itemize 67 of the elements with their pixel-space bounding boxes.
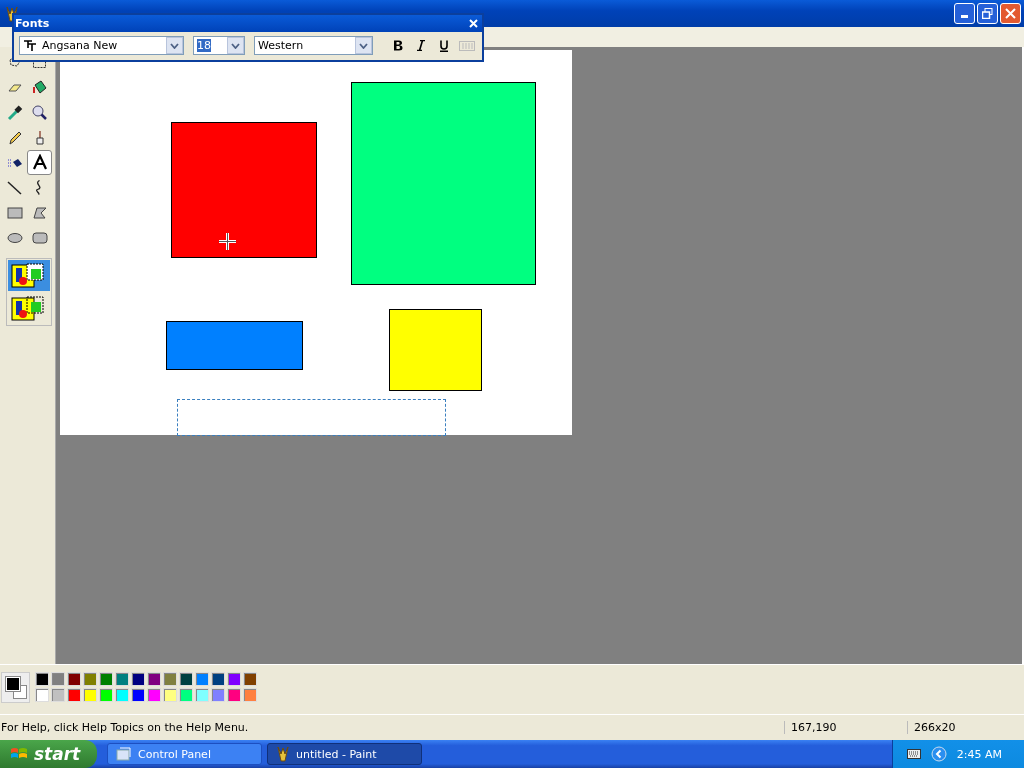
color-swatch[interactable] [147,672,161,686]
taskbar-button[interactable]: untitled - Paint [267,743,422,765]
italic-icon [415,40,426,51]
crosshair-cursor-icon [219,233,236,250]
script-dropdown[interactable]: Western [254,36,373,55]
color-swatch[interactable] [51,688,65,702]
cursor-position: 167,190 [784,721,907,734]
font-size-dropdown[interactable]: 18 [193,36,245,55]
minimize-icon [961,15,968,18]
bold-icon [392,40,403,51]
underline-icon [438,39,449,52]
drawing-canvas[interactable] [60,50,572,435]
color-swatch[interactable] [67,688,81,702]
text-selection-box[interactable] [177,399,446,436]
color-swatch[interactable] [243,688,257,702]
clock: 2:45 AM [956,747,1002,761]
color-swatch[interactable] [67,672,81,686]
color-swatch[interactable] [163,688,177,702]
color-swatch[interactable] [115,688,129,702]
letter-a-icon [30,153,49,172]
taskbar-button[interactable]: Control Panel [107,743,262,765]
line-icon [5,178,24,197]
restore-icon [982,8,993,19]
color-swatch[interactable] [195,688,209,702]
color-swatch[interactable] [131,672,145,686]
tool-button[interactable] [27,150,52,175]
restore-button[interactable] [977,3,998,24]
color-swatch[interactable] [35,672,49,686]
color-swatch[interactable] [51,672,65,686]
minimize-button[interactable] [954,3,975,24]
window-icon [116,746,132,762]
color-swatch[interactable] [115,672,129,686]
color-swatch[interactable] [243,672,257,686]
color-swatch[interactable] [195,672,209,686]
start-button[interactable]: start [0,740,97,768]
font-name-dropdown[interactable]: Angsana New [19,36,184,55]
selection-size: 266x20 [907,721,1024,734]
color-swatch[interactable] [147,688,161,702]
color-swatch[interactable] [227,672,241,686]
help-text: For Help, click Help Topics on the Help Menu. [0,721,250,734]
color-swatch[interactable] [83,672,97,686]
shapes-icon [11,294,47,323]
close-icon [468,19,478,28]
foreground-color-swatch[interactable] [6,677,20,691]
color-swatch[interactable] [179,688,193,702]
color-swatch[interactable] [35,688,49,702]
color-swatch[interactable] [131,688,145,702]
color-swatch[interactable] [211,688,225,702]
color-swatch[interactable] [179,672,193,686]
toolbar-title: Fonts [15,17,50,30]
shapes-icon [11,261,47,290]
color-swatch[interactable] [227,688,241,702]
close-icon [1005,8,1016,19]
truetype-icon [23,39,37,52]
eyedropper-icon [5,103,24,122]
vertical-text-icon [458,40,475,51]
chevron-icon[interactable] [930,746,947,762]
option-button[interactable] [8,260,50,291]
color-swatch[interactable] [83,688,97,702]
close-button[interactable] [1000,3,1021,24]
paint-brushes-icon [276,746,290,762]
color-swatch[interactable] [99,672,113,686]
color-swatch[interactable] [163,672,177,686]
magnifier-icon [30,103,49,122]
color-swatch[interactable] [99,688,113,702]
color-swatch[interactable] [211,672,225,686]
keyboard-icon[interactable] [906,749,921,759]
